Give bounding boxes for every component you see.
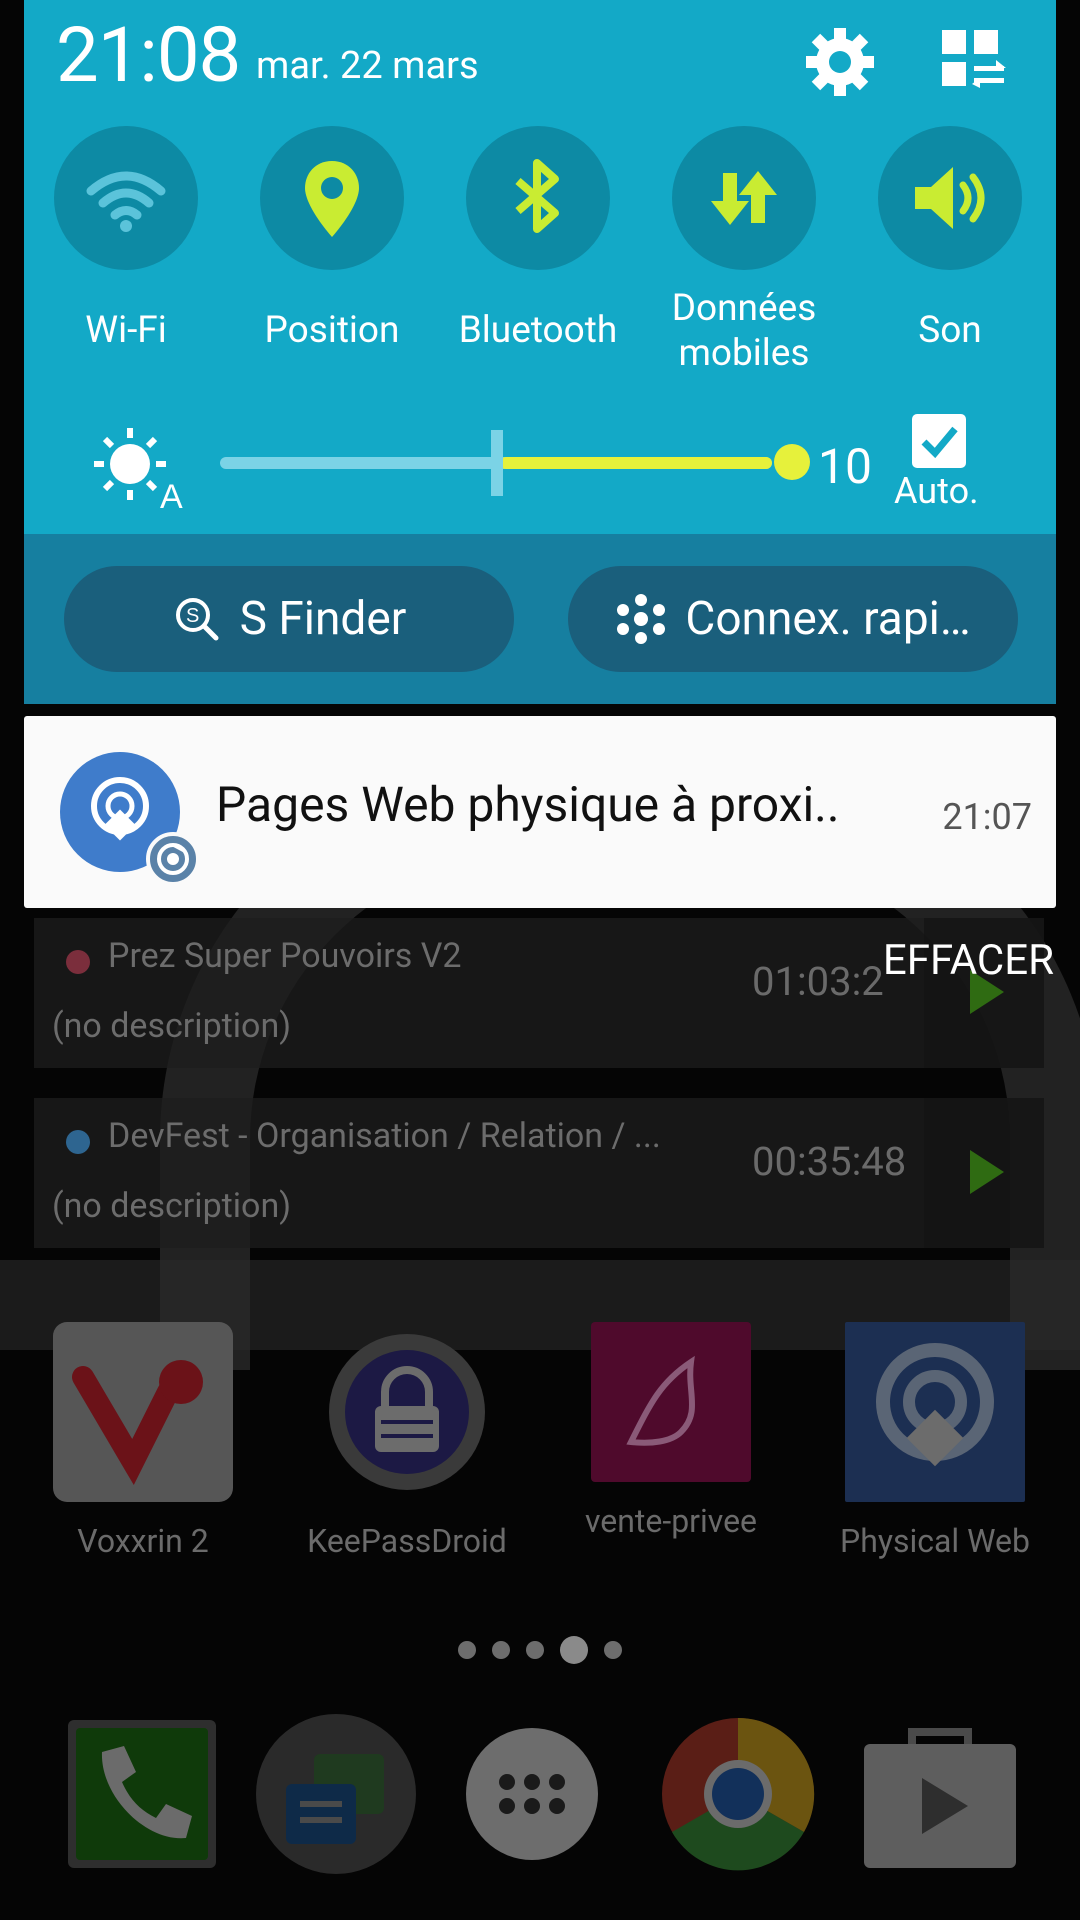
tile-circle [878, 126, 1022, 270]
tile-label: Données mobiles [671, 287, 817, 375]
widget-item-duration: 01:03:2 [752, 958, 884, 1005]
notification-time: 21:07 [942, 796, 1032, 838]
tile-sound[interactable]: Son [870, 126, 1030, 353]
page-indicator [0, 1636, 1080, 1664]
notification-title: Pages Web physique à proxi.. [216, 776, 840, 833]
color-dot [66, 1130, 90, 1154]
app-keepassdroid[interactable]: KeePassDroid [292, 1322, 522, 1560]
app-physical-web[interactable]: Physical Web [820, 1322, 1050, 1560]
app-label: KeePassDroid [307, 1522, 507, 1560]
quick-connect-button[interactable]: Connex. rapi… [568, 566, 1018, 672]
svg-text:A: A [160, 478, 183, 514]
mobile-data-icon [711, 171, 777, 225]
checkmark-icon [921, 426, 958, 459]
quick-settings-panel: 21:08 mar. 22 mars Wi-Fi Position Blueto… [24, 0, 1056, 534]
grid-edit-icon [942, 30, 1006, 88]
physical-web-icon [845, 1322, 1025, 1502]
tile-circle [54, 126, 198, 270]
page-dot [458, 1641, 476, 1659]
brightness-auto-marker [491, 430, 503, 496]
app-label: vente-privee [584, 1502, 758, 1540]
apps-drawer-icon[interactable] [462, 1714, 602, 1874]
tile-bluetooth[interactable]: Bluetooth [458, 126, 618, 353]
play-icon [970, 1150, 1004, 1194]
page-dot [604, 1641, 622, 1659]
edit-tiles-button[interactable] [934, 24, 1010, 100]
widget-item-title: DevFest - Organisation / Relation / ... [108, 1116, 661, 1156]
bluetooth-icon [515, 159, 559, 233]
chrome-badge-icon [146, 832, 200, 886]
voxxrin-icon [53, 1322, 233, 1502]
auto-brightness-checkbox[interactable] [912, 414, 966, 468]
widget-list-item[interactable]: DevFest - Organisation / Relation / ... … [34, 1098, 1044, 1248]
tile-circle [260, 126, 404, 270]
quick-connect-label: Connex. rapi… [685, 592, 971, 646]
tile-position[interactable]: Position [252, 126, 412, 353]
tile-label: Position [264, 309, 400, 352]
brightness-slider-fill [500, 457, 772, 469]
s-finder-button[interactable]: S S Finder [64, 566, 514, 672]
phone-icon[interactable] [62, 1714, 222, 1874]
settings-button[interactable] [802, 24, 878, 100]
page-dot-active [560, 1636, 588, 1664]
auto-brightness-label: Auto. [894, 470, 979, 512]
tile-circle [466, 126, 610, 270]
tile-wifi[interactable]: Wi-Fi [46, 126, 206, 353]
clear-notifications-button[interactable]: EFFACER [883, 936, 1054, 985]
s-finder-label: S Finder [239, 592, 407, 646]
widget-item-description: (no description) [52, 1186, 292, 1226]
app-label: Physical Web [840, 1522, 1030, 1560]
shortcut-bar: S S Finder Connex. rapi… [24, 534, 1056, 704]
date: mar. 22 mars [256, 44, 479, 88]
brightness-slider-thumb[interactable] [774, 444, 810, 480]
tile-circle [672, 126, 816, 270]
speaker-icon [915, 167, 985, 229]
clock: 21:08 [56, 10, 241, 100]
svg-text:S: S [186, 605, 199, 627]
page-dot [526, 1641, 544, 1659]
gear-icon [806, 28, 874, 96]
tile-label: Son [918, 309, 982, 352]
brightness-auto-icon: A [88, 424, 188, 516]
tile-mobile-data[interactable]: Données mobiles [664, 126, 824, 376]
wifi-icon [86, 171, 166, 232]
quick-connect-icon [617, 594, 666, 644]
page-dot [492, 1641, 510, 1659]
tile-label: Wi-Fi [85, 309, 167, 352]
color-dot [66, 950, 90, 974]
butterfly-icon [591, 1322, 751, 1482]
play-store-icon[interactable] [860, 1714, 1020, 1874]
chrome-icon[interactable] [658, 1714, 818, 1874]
brightness-value: 10 [818, 438, 872, 495]
app-vente-privee[interactable]: vente-privee [556, 1322, 786, 1540]
play-button[interactable] [924, 1098, 1044, 1248]
app-voxxrin[interactable]: Voxxrin 2 [28, 1322, 258, 1560]
notification-card[interactable]: Pages Web physique à proxi.. 21:07 [24, 716, 1056, 908]
messages-icon[interactable] [256, 1714, 416, 1874]
widget-item-duration: 00:35:48 [752, 1138, 907, 1185]
location-pin-icon [305, 161, 359, 237]
tile-label: Bluetooth [458, 309, 618, 352]
keepassdroid-icon [317, 1322, 497, 1502]
search-icon: S [175, 598, 219, 641]
app-label: Voxxrin 2 [77, 1522, 209, 1560]
widget-item-title: Prez Super Pouvoirs V2 [108, 936, 462, 976]
widget-item-description: (no description) [52, 1006, 292, 1046]
